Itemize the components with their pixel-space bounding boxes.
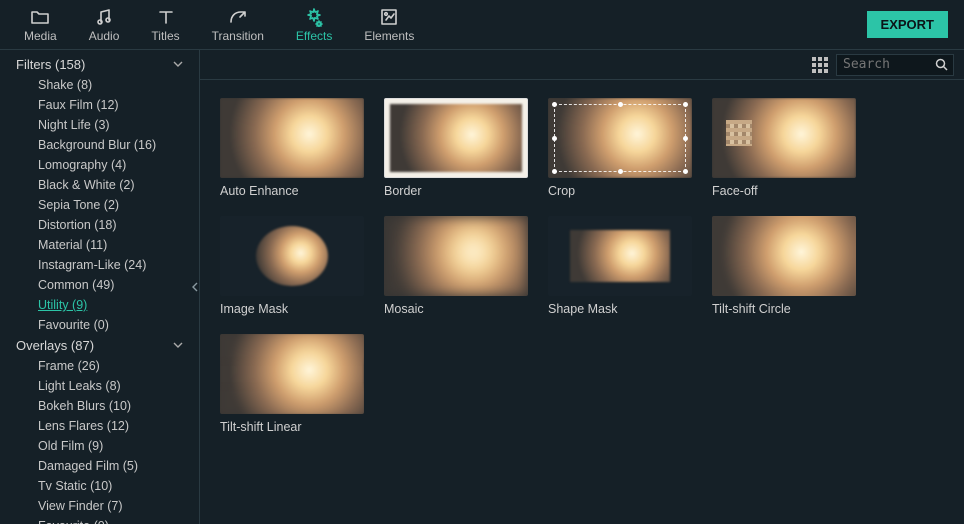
titles-icon [156, 7, 176, 27]
content-toolbar [200, 50, 964, 80]
effect-label: Auto Enhance [220, 184, 364, 198]
sidebar-collapse-handle[interactable] [190, 267, 200, 307]
sidebar-item[interactable]: Old Film (9) [0, 436, 199, 456]
effects-icon [304, 7, 324, 27]
tab-audio[interactable]: Audio [73, 3, 136, 47]
export-button[interactable]: EXPORT [867, 11, 948, 38]
effects-grid: Auto Enhance Border Crop Face-off Image Mask… [200, 80, 964, 452]
tab-label: Effects [296, 29, 332, 43]
effect-thumbnail [220, 216, 364, 296]
sidebar-item[interactable]: Distortion (18) [0, 215, 199, 235]
sidebar-item[interactable]: Utility (9) [0, 295, 199, 315]
sidebar-item[interactable]: Bokeh Blurs (10) [0, 396, 199, 416]
music-icon [94, 7, 114, 27]
tab-label: Media [24, 29, 57, 43]
sidebar-item[interactable]: Damaged Film (5) [0, 456, 199, 476]
sidebar-item[interactable]: Common (49) [0, 275, 199, 295]
sidebar-item[interactable]: Black & White (2) [0, 175, 199, 195]
effect-label: Face-off [712, 184, 856, 198]
group-label: Filters (158) [16, 57, 85, 72]
effect-label: Image Mask [220, 302, 364, 316]
tab-titles[interactable]: Titles [135, 3, 195, 47]
effect-label: Tilt-shift Linear [220, 420, 364, 434]
sidebar-item[interactable]: Light Leaks (8) [0, 376, 199, 396]
effect-thumbnail [384, 98, 528, 178]
search-icon[interactable] [935, 58, 948, 71]
transition-icon [228, 7, 248, 27]
effect-card[interactable]: Tilt-shift Circle [712, 216, 856, 316]
effect-label: Tilt-shift Circle [712, 302, 856, 316]
sidebar-item[interactable]: Frame (26) [0, 356, 199, 376]
sidebar-item[interactable]: Material (11) [0, 235, 199, 255]
tab-transition[interactable]: Transition [196, 3, 280, 47]
sidebar-item[interactable]: Night Life (3) [0, 115, 199, 135]
chevron-down-icon [173, 61, 183, 68]
tab-label: Transition [212, 29, 264, 43]
grid-view-icon[interactable] [812, 57, 828, 73]
effect-thumbnail [548, 98, 692, 178]
effect-thumbnail [712, 216, 856, 296]
sidebar-item[interactable]: Tv Static (10) [0, 476, 199, 496]
sidebar-group-header[interactable]: Filters (158) [0, 54, 199, 75]
effect-card[interactable]: Auto Enhance [220, 98, 364, 198]
sidebar-item[interactable]: Sepia Tone (2) [0, 195, 199, 215]
tab-media[interactable]: Media [8, 3, 73, 47]
effect-card[interactable]: Tilt-shift Linear [220, 334, 364, 434]
tab-label: Elements [364, 29, 414, 43]
effect-thumbnail [384, 216, 528, 296]
effect-card[interactable]: Image Mask [220, 216, 364, 316]
effect-card[interactable]: Mosaic [384, 216, 528, 316]
effect-thumbnail [548, 216, 692, 296]
elements-icon [379, 7, 399, 27]
sidebar: Filters (158) Shake (8)Faux Film (12)Nigh… [0, 50, 200, 524]
folder-icon [30, 7, 50, 27]
tab-effects[interactable]: Effects [280, 3, 348, 47]
chevron-down-icon [173, 342, 183, 349]
search-input[interactable] [843, 57, 931, 72]
sidebar-item[interactable]: Faux Film (12) [0, 95, 199, 115]
effect-card[interactable]: Face-off [712, 98, 856, 198]
group-label: Overlays (87) [16, 338, 94, 353]
sidebar-item[interactable]: Favourite (0) [0, 516, 199, 524]
effect-card[interactable]: Shape Mask [548, 216, 692, 316]
effect-thumbnail [220, 334, 364, 414]
effect-label: Crop [548, 184, 692, 198]
sidebar-item[interactable]: View Finder (7) [0, 496, 199, 516]
search-box[interactable] [836, 54, 954, 76]
sidebar-item[interactable]: Lomography (4) [0, 155, 199, 175]
tab-elements[interactable]: Elements [348, 3, 430, 47]
effect-thumbnail [712, 98, 856, 178]
top-toolbar: Media Audio Titles Transition Effects Element… [0, 0, 964, 50]
sidebar-item[interactable]: Favourite (0) [0, 315, 199, 335]
effect-label: Shape Mask [548, 302, 692, 316]
sidebar-item[interactable]: Lens Flares (12) [0, 416, 199, 436]
sidebar-item[interactable]: Background Blur (16) [0, 135, 199, 155]
effect-card[interactable]: Crop [548, 98, 692, 198]
tab-label: Titles [151, 29, 179, 43]
sidebar-group-header[interactable]: Overlays (87) [0, 335, 199, 356]
effect-thumbnail [220, 98, 364, 178]
effect-label: Border [384, 184, 528, 198]
effect-card[interactable]: Border [384, 98, 528, 198]
tab-label: Audio [89, 29, 120, 43]
sidebar-item[interactable]: Shake (8) [0, 75, 199, 95]
effect-label: Mosaic [384, 302, 528, 316]
sidebar-item[interactable]: Instagram-Like (24) [0, 255, 199, 275]
